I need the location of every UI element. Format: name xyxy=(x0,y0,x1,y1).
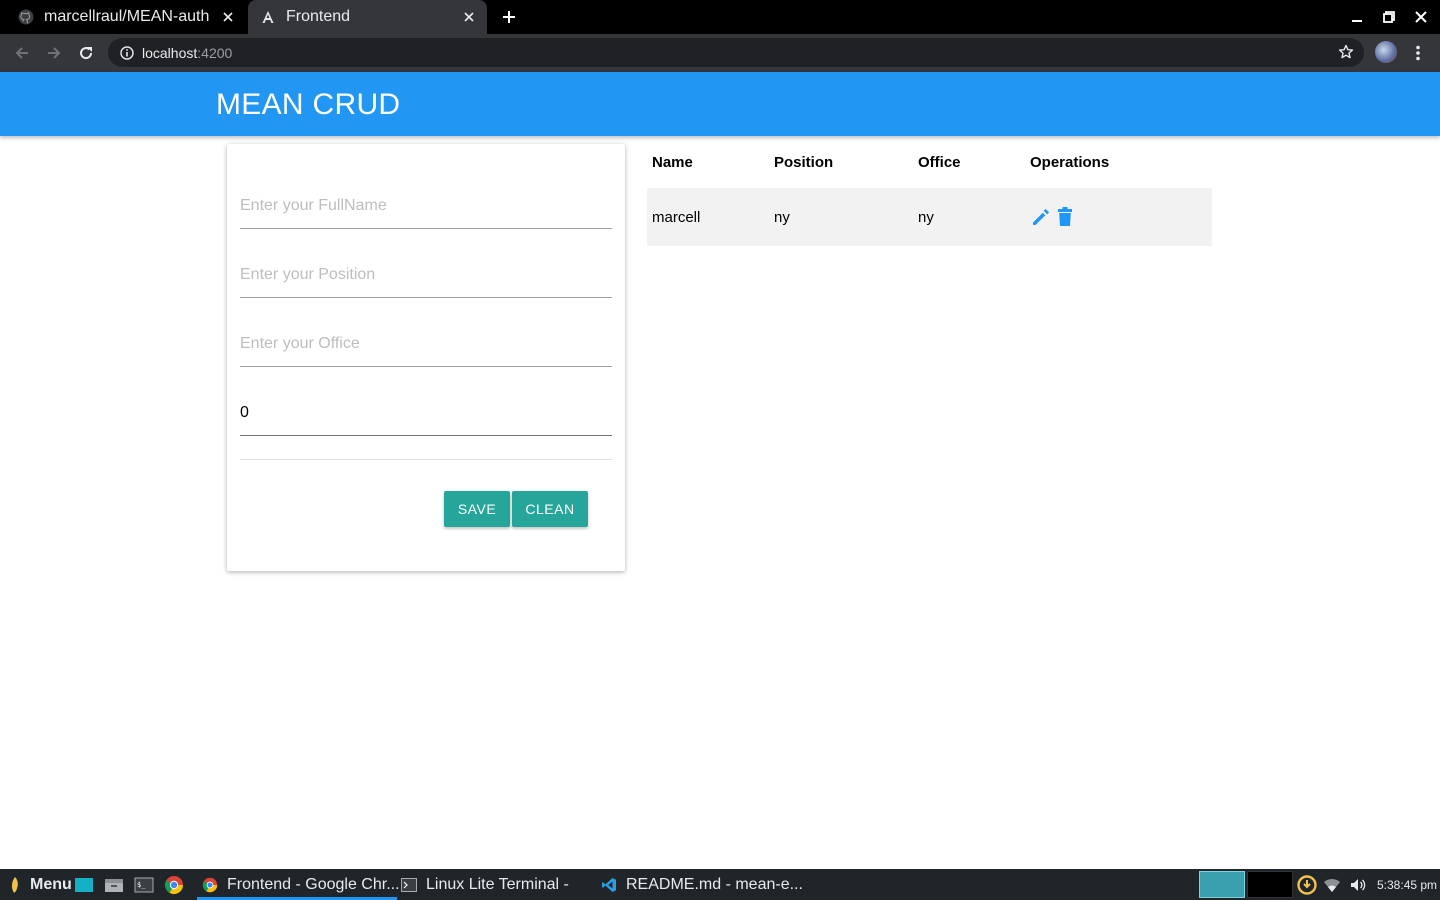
update-notifier-icon[interactable] xyxy=(1297,869,1317,900)
new-tab-icon[interactable] xyxy=(498,5,520,29)
volume-icon[interactable] xyxy=(1349,869,1367,900)
browser-toolbar: localhost:4200 xyxy=(0,34,1440,72)
minimize-icon[interactable] xyxy=(1345,5,1369,29)
salary-input[interactable] xyxy=(240,396,612,430)
feather-icon xyxy=(6,876,24,894)
tab-title: marcellraul/MEAN-auth xyxy=(44,8,210,25)
more-vert-icon[interactable] xyxy=(1408,39,1428,67)
app-navbar: MEAN CRUD xyxy=(0,72,1440,136)
angular-icon xyxy=(260,9,276,25)
taskbar-window-vscode[interactable]: README.md - mean-e... xyxy=(600,869,803,900)
chrome-launcher-icon[interactable] xyxy=(164,869,184,900)
position-input[interactable] xyxy=(240,258,612,292)
terminal-launcher-icon[interactable]: $_ xyxy=(134,869,154,900)
menu-label: Menu xyxy=(30,875,72,893)
tab-title: Frontend xyxy=(286,8,351,25)
system-clock[interactable]: 5:38:45 pm xyxy=(1377,869,1437,900)
info-icon[interactable] xyxy=(120,45,134,60)
cell-position: ny xyxy=(774,208,790,226)
vscode-icon xyxy=(600,876,618,894)
window-title: Frontend - Google Chr... xyxy=(227,875,400,893)
clean-button[interactable]: CLEAN xyxy=(512,491,588,527)
form-divider xyxy=(240,459,612,460)
start-menu-button[interactable]: Menu xyxy=(6,869,72,900)
cell-operations xyxy=(1030,188,1078,246)
taskbar-window-terminal[interactable]: Linux Lite Terminal - xyxy=(400,869,569,900)
forward-arrow-icon[interactable] xyxy=(40,39,68,67)
tab-close-icon[interactable] xyxy=(457,5,481,29)
tab-close-icon[interactable] xyxy=(216,5,240,29)
fullname-input[interactable] xyxy=(240,189,612,223)
header-operations: Operations xyxy=(1030,153,1110,171)
wifi-icon[interactable] xyxy=(1323,869,1341,900)
salary-field[interactable] xyxy=(240,396,612,436)
back-arrow-icon[interactable] xyxy=(8,39,36,67)
reload-icon[interactable] xyxy=(72,39,100,67)
employees-table: Name Position Office Operations marcell … xyxy=(647,140,1212,246)
workspace-2[interactable] xyxy=(1247,871,1293,898)
tab-mean-auth[interactable]: marcellraul/MEAN-auth xyxy=(0,0,246,34)
app-title[interactable]: MEAN CRUD xyxy=(216,88,400,122)
workspace-1[interactable] xyxy=(1199,871,1245,898)
url-text: localhost:4200 xyxy=(142,45,232,61)
desktop-launcher-icon[interactable] xyxy=(74,869,94,900)
header-office: Office xyxy=(918,153,961,171)
office-field[interactable] xyxy=(240,327,612,367)
file-manager-icon[interactable] xyxy=(104,869,124,900)
bookmark-star-icon[interactable] xyxy=(1338,44,1354,60)
position-field[interactable] xyxy=(240,258,612,298)
browser-tab-strip: marcellraul/MEAN-auth Frontend xyxy=(0,0,1440,34)
url-port: :4200 xyxy=(197,44,233,61)
close-window-icon[interactable] xyxy=(1409,5,1433,29)
employee-form-card: SAVE CLEAN xyxy=(227,144,625,571)
tab-frontend[interactable]: Frontend xyxy=(248,0,487,34)
window-title: Linux Lite Terminal - xyxy=(426,875,569,893)
header-position: Position xyxy=(774,153,834,171)
cell-office: ny xyxy=(918,208,934,226)
terminal-icon xyxy=(400,876,418,894)
maximize-icon[interactable] xyxy=(1377,5,1401,29)
window-title: README.md - mean-e... xyxy=(626,875,803,893)
table-row: marcell ny ny xyxy=(647,188,1212,246)
cell-name: marcell xyxy=(652,208,701,226)
chrome-icon xyxy=(201,876,219,894)
save-button[interactable]: SAVE xyxy=(444,491,510,527)
profile-avatar[interactable] xyxy=(1375,41,1397,63)
delete-icon[interactable] xyxy=(1054,206,1076,228)
address-bar[interactable]: localhost:4200 xyxy=(108,38,1364,67)
url-host: localhost xyxy=(142,44,198,61)
office-input[interactable] xyxy=(240,327,612,361)
svg-text:$_: $_ xyxy=(137,881,146,889)
edit-icon[interactable] xyxy=(1030,206,1052,228)
table-header: Name Position Office Operations xyxy=(647,140,1212,188)
taskbar-window-frontend[interactable]: Frontend - Google Chr... xyxy=(201,869,400,900)
github-icon xyxy=(18,9,34,25)
os-taskbar: Menu $_ Frontend - Google Chr... Linux L… xyxy=(0,869,1440,900)
fullname-field[interactable] xyxy=(240,189,612,229)
header-name: Name xyxy=(652,153,693,171)
